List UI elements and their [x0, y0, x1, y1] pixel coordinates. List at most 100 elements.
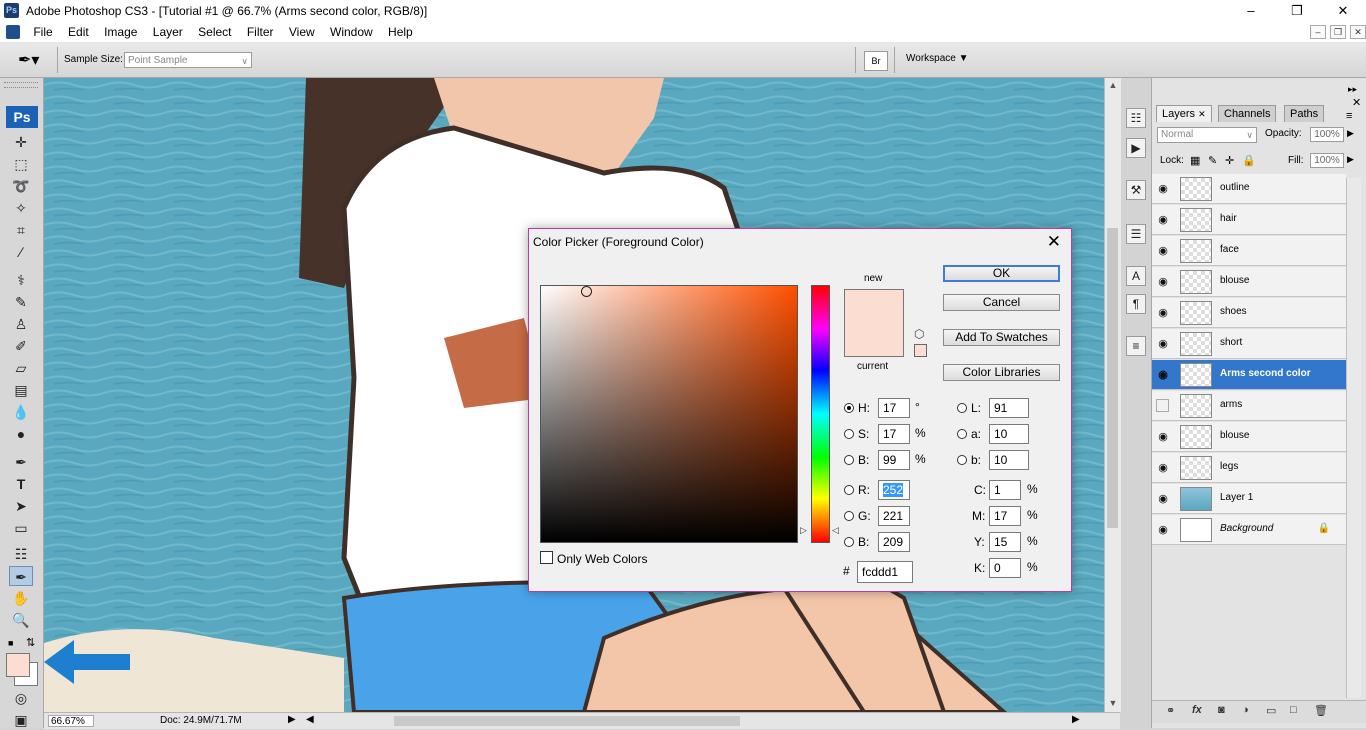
screen-mode-icon[interactable]: ▣	[9, 710, 33, 730]
close-window-button[interactable]: ✕	[1320, 0, 1366, 22]
brush-tool-icon[interactable]: ✎	[9, 292, 33, 312]
healing-brush-tool-icon[interactable]: ⚕	[9, 270, 33, 290]
ok-button[interactable]: OK	[943, 265, 1060, 282]
new-group-icon[interactable]: ▭	[1266, 704, 1276, 717]
photoshop-logo[interactable]: Ps	[6, 106, 38, 128]
checkbox-box[interactable]	[540, 551, 553, 564]
close-icon[interactable]: ✕	[1047, 232, 1061, 252]
black-input[interactable]: 0	[989, 558, 1021, 578]
menu-help[interactable]: Help	[382, 22, 419, 42]
lock-pixels-icon[interactable]: ✎	[1208, 154, 1217, 167]
layer-row-selected[interactable]: ◉ Arms second color	[1152, 360, 1346, 390]
vertical-scroll-thumb[interactable]	[1107, 228, 1118, 528]
opacity-arrow-icon[interactable]: ▶	[1347, 128, 1354, 139]
tab-layers[interactable]: Layers ✕	[1156, 105, 1212, 122]
link-layers-icon[interactable]: ⚭	[1166, 704, 1175, 717]
notes-tool-icon[interactable]: ☷	[9, 544, 33, 564]
layer-row[interactable]: ◉ Layer 1	[1152, 484, 1346, 514]
paragraph-panel-icon[interactable]: ¶	[1126, 294, 1146, 314]
green-input[interactable]: 221	[878, 506, 910, 526]
menu-view[interactable]: View	[283, 22, 321, 42]
radio-h[interactable]	[844, 403, 854, 413]
crop-tool-icon[interactable]: ⌗	[9, 220, 33, 240]
radio-g[interactable]	[844, 511, 854, 521]
layer-row[interactable]: ◉ outline	[1152, 174, 1346, 204]
actions-panel-icon[interactable]: ▶	[1126, 138, 1146, 158]
color-field-marker[interactable]	[581, 286, 592, 297]
cyan-input[interactable]: 1	[989, 480, 1021, 500]
delete-layer-icon[interactable]: 🗑	[1314, 704, 1328, 717]
layer-style-icon[interactable]: fx	[1192, 704, 1202, 716]
eye-icon[interactable]: ◉	[1156, 368, 1170, 382]
vertical-scrollbar[interactable]: ▲ ▼	[1104, 78, 1121, 712]
eye-icon[interactable]: ◉	[1156, 523, 1170, 537]
default-colors-icon[interactable]: ■	[8, 638, 13, 648]
color-field[interactable]	[540, 285, 798, 543]
character-panel-icon[interactable]: A	[1126, 266, 1146, 286]
radio-l[interactable]	[957, 403, 967, 413]
menu-image[interactable]: Image	[98, 22, 143, 42]
radio-r[interactable]	[844, 485, 854, 495]
eyedropper-tool-icon[interactable]: ✒	[9, 566, 33, 586]
magenta-input[interactable]: 17	[989, 506, 1021, 526]
only-web-colors-checkbox[interactable]: Only Web Colors	[540, 551, 647, 566]
swap-colors-icon[interactable]: ⇅	[26, 636, 35, 649]
radio-b[interactable]	[844, 455, 854, 465]
eye-icon[interactable]: ◉	[1156, 306, 1170, 320]
quick-mask-icon[interactable]: ◎	[9, 688, 33, 708]
red-input[interactable]: 252	[878, 480, 910, 500]
lock-position-icon[interactable]: ✛	[1225, 154, 1234, 167]
zoom-tool-icon[interactable]: 🔍	[9, 610, 33, 630]
eyedropper-preset-icon[interactable]: ✒▾	[18, 50, 39, 70]
workspace-menu[interactable]: Workspace ▼	[906, 53, 969, 64]
scroll-left-icon[interactable]: ◀	[306, 714, 314, 725]
eye-icon[interactable]: ◉	[1156, 461, 1170, 475]
cancel-button[interactable]: Cancel	[943, 294, 1060, 311]
lock-transparency-icon[interactable]: ▦	[1190, 154, 1200, 167]
doc-minimize-button[interactable]: –	[1310, 25, 1326, 39]
blur-tool-icon[interactable]: 💧	[9, 402, 33, 422]
add-to-swatches-button[interactable]: Add To Swatches	[943, 329, 1060, 346]
lasso-tool-icon[interactable]: ➰	[9, 176, 33, 196]
bridge-icon[interactable]: Br	[864, 51, 888, 71]
horizontal-scroll-thumb[interactable]	[394, 716, 740, 726]
clone-stamp-tool-icon[interactable]: ♙	[9, 314, 33, 334]
opacity-field[interactable]: 100%	[1310, 127, 1344, 142]
doc-restore-button[interactable]: ❐	[1330, 25, 1346, 39]
panel-collapse-icon[interactable]: ▸▸	[1348, 84, 1357, 95]
tool-presets-icon[interactable]: ⚒	[1126, 180, 1146, 200]
history-panel-icon[interactable]: ☷	[1126, 108, 1146, 128]
foreground-color-swatch[interactable]	[6, 653, 30, 677]
eye-icon[interactable]: ◉	[1156, 492, 1170, 506]
layer-row[interactable]: ◉ shoes	[1152, 298, 1346, 328]
menu-file[interactable]: File	[27, 22, 58, 42]
info-panel-icon[interactable]: ≡	[1126, 336, 1146, 356]
marquee-tool-icon[interactable]: ⬚	[9, 154, 33, 174]
layer-row[interactable]: arms	[1152, 391, 1346, 421]
layer-row[interactable]: ◉ face	[1152, 236, 1346, 266]
adjustment-layer-icon[interactable]: ◑	[1242, 704, 1249, 716]
status-menu-arrow-icon[interactable]: ▶	[288, 714, 296, 725]
radio-s[interactable]	[844, 429, 854, 439]
blue-input[interactable]: 209	[878, 532, 910, 552]
tab-close-icon[interactable]: ✕	[1198, 109, 1206, 119]
scroll-right-icon[interactable]: ▶	[1072, 714, 1080, 725]
eraser-tool-icon[interactable]: ▱	[9, 358, 33, 378]
new-layer-icon[interactable]: □	[1290, 704, 1297, 716]
dodge-tool-icon[interactable]: ●	[9, 424, 33, 444]
menu-filter[interactable]: Filter	[241, 22, 280, 42]
tab-channels[interactable]: Channels	[1218, 105, 1277, 122]
slice-tool-icon[interactable]: ∕	[9, 242, 33, 262]
menu-edit[interactable]: Edit	[62, 22, 95, 42]
layer-mask-icon[interactable]: ◙	[1218, 704, 1225, 716]
move-tool-icon[interactable]: ✛	[9, 132, 33, 152]
magic-wand-tool-icon[interactable]: ✧	[9, 198, 33, 218]
layer-row[interactable]: ◉ hair	[1152, 205, 1346, 235]
layer-row[interactable]: ◉ blouse	[1152, 267, 1346, 297]
saturation-input[interactable]: 17	[878, 424, 910, 444]
eye-icon[interactable]: ◉	[1156, 430, 1170, 444]
eye-icon[interactable]: ◉	[1156, 275, 1170, 289]
gradient-tool-icon[interactable]: ▤	[9, 380, 33, 400]
a-input[interactable]: 10	[989, 424, 1029, 444]
radio-lab-b[interactable]	[957, 455, 967, 465]
